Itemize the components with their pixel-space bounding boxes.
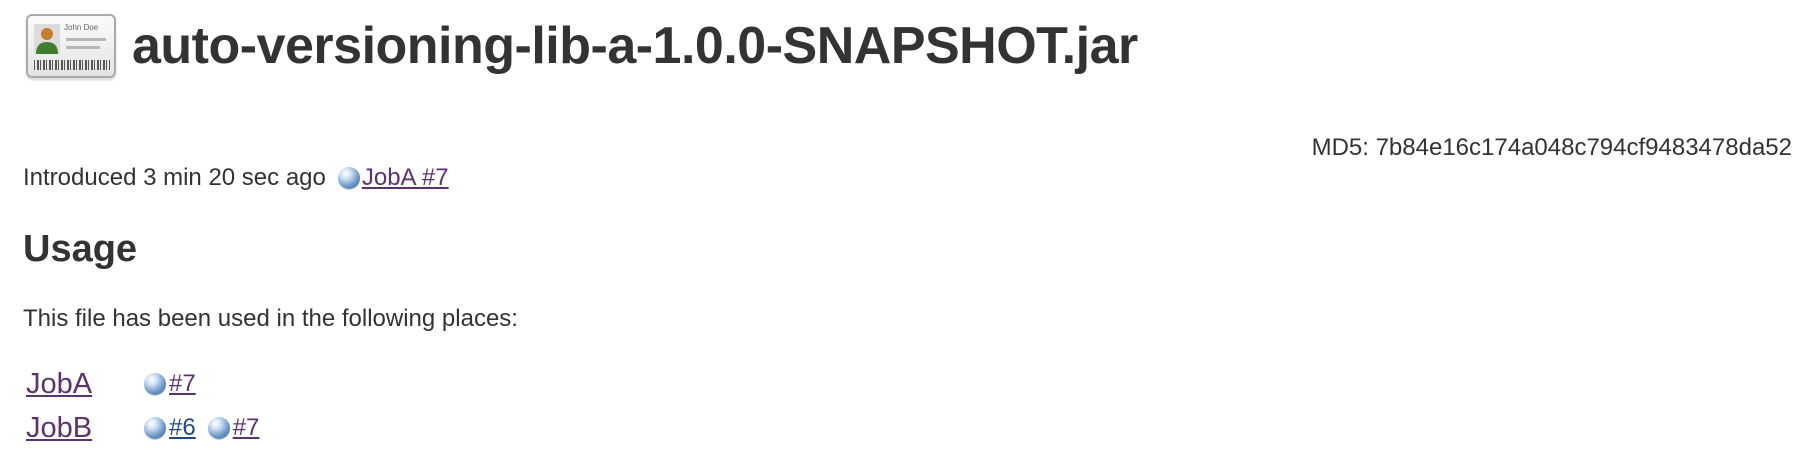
introduced-build-link[interactable]: JobA #7 [362,164,449,192]
usage-description: This file has been used in the following… [23,305,518,332]
build-item: #6 [144,414,196,442]
job-link-joba[interactable]: JobA [26,368,144,401]
barcode [34,60,110,70]
build-link-jobb-6[interactable]: #6 [169,414,196,442]
build-link-joba-7[interactable]: #7 [169,370,196,398]
usage-heading: Usage [23,228,138,270]
page-header: John Doe auto-versioning-lib-a-1.0.0-SNA… [26,14,1138,78]
blue-ball-icon [144,373,166,395]
blue-ball-icon [337,167,360,189]
page-title: auto-versioning-lib-a-1.0.0-SNAPSHOT.jar [132,17,1138,75]
id-card-icon: John Doe [26,14,116,78]
person-icon [34,24,60,54]
introduced-line: Introduced 3 min 20 sec ago JobA #7 [23,164,449,192]
blue-ball-icon [144,417,166,439]
build-item: #7 [144,370,196,398]
job-link-jobb[interactable]: JobB [26,412,144,445]
usage-table: JobA #7 JobB #6 #7 [26,362,271,450]
build-link-jobb-7[interactable]: #7 [233,414,260,442]
build-item: #7 [207,414,260,442]
introduced-text: Introduced 3 min 20 sec ago [23,164,326,191]
blue-ball-icon [207,417,230,439]
id-card-name: John Doe [64,23,99,32]
md5-checksum: MD5: 7b84e16c174a048c794cf9483478da52 [1311,134,1792,161]
usage-row-jobb: JobB #6 #7 [26,406,271,450]
usage-row-joba: JobA #7 [26,362,271,406]
